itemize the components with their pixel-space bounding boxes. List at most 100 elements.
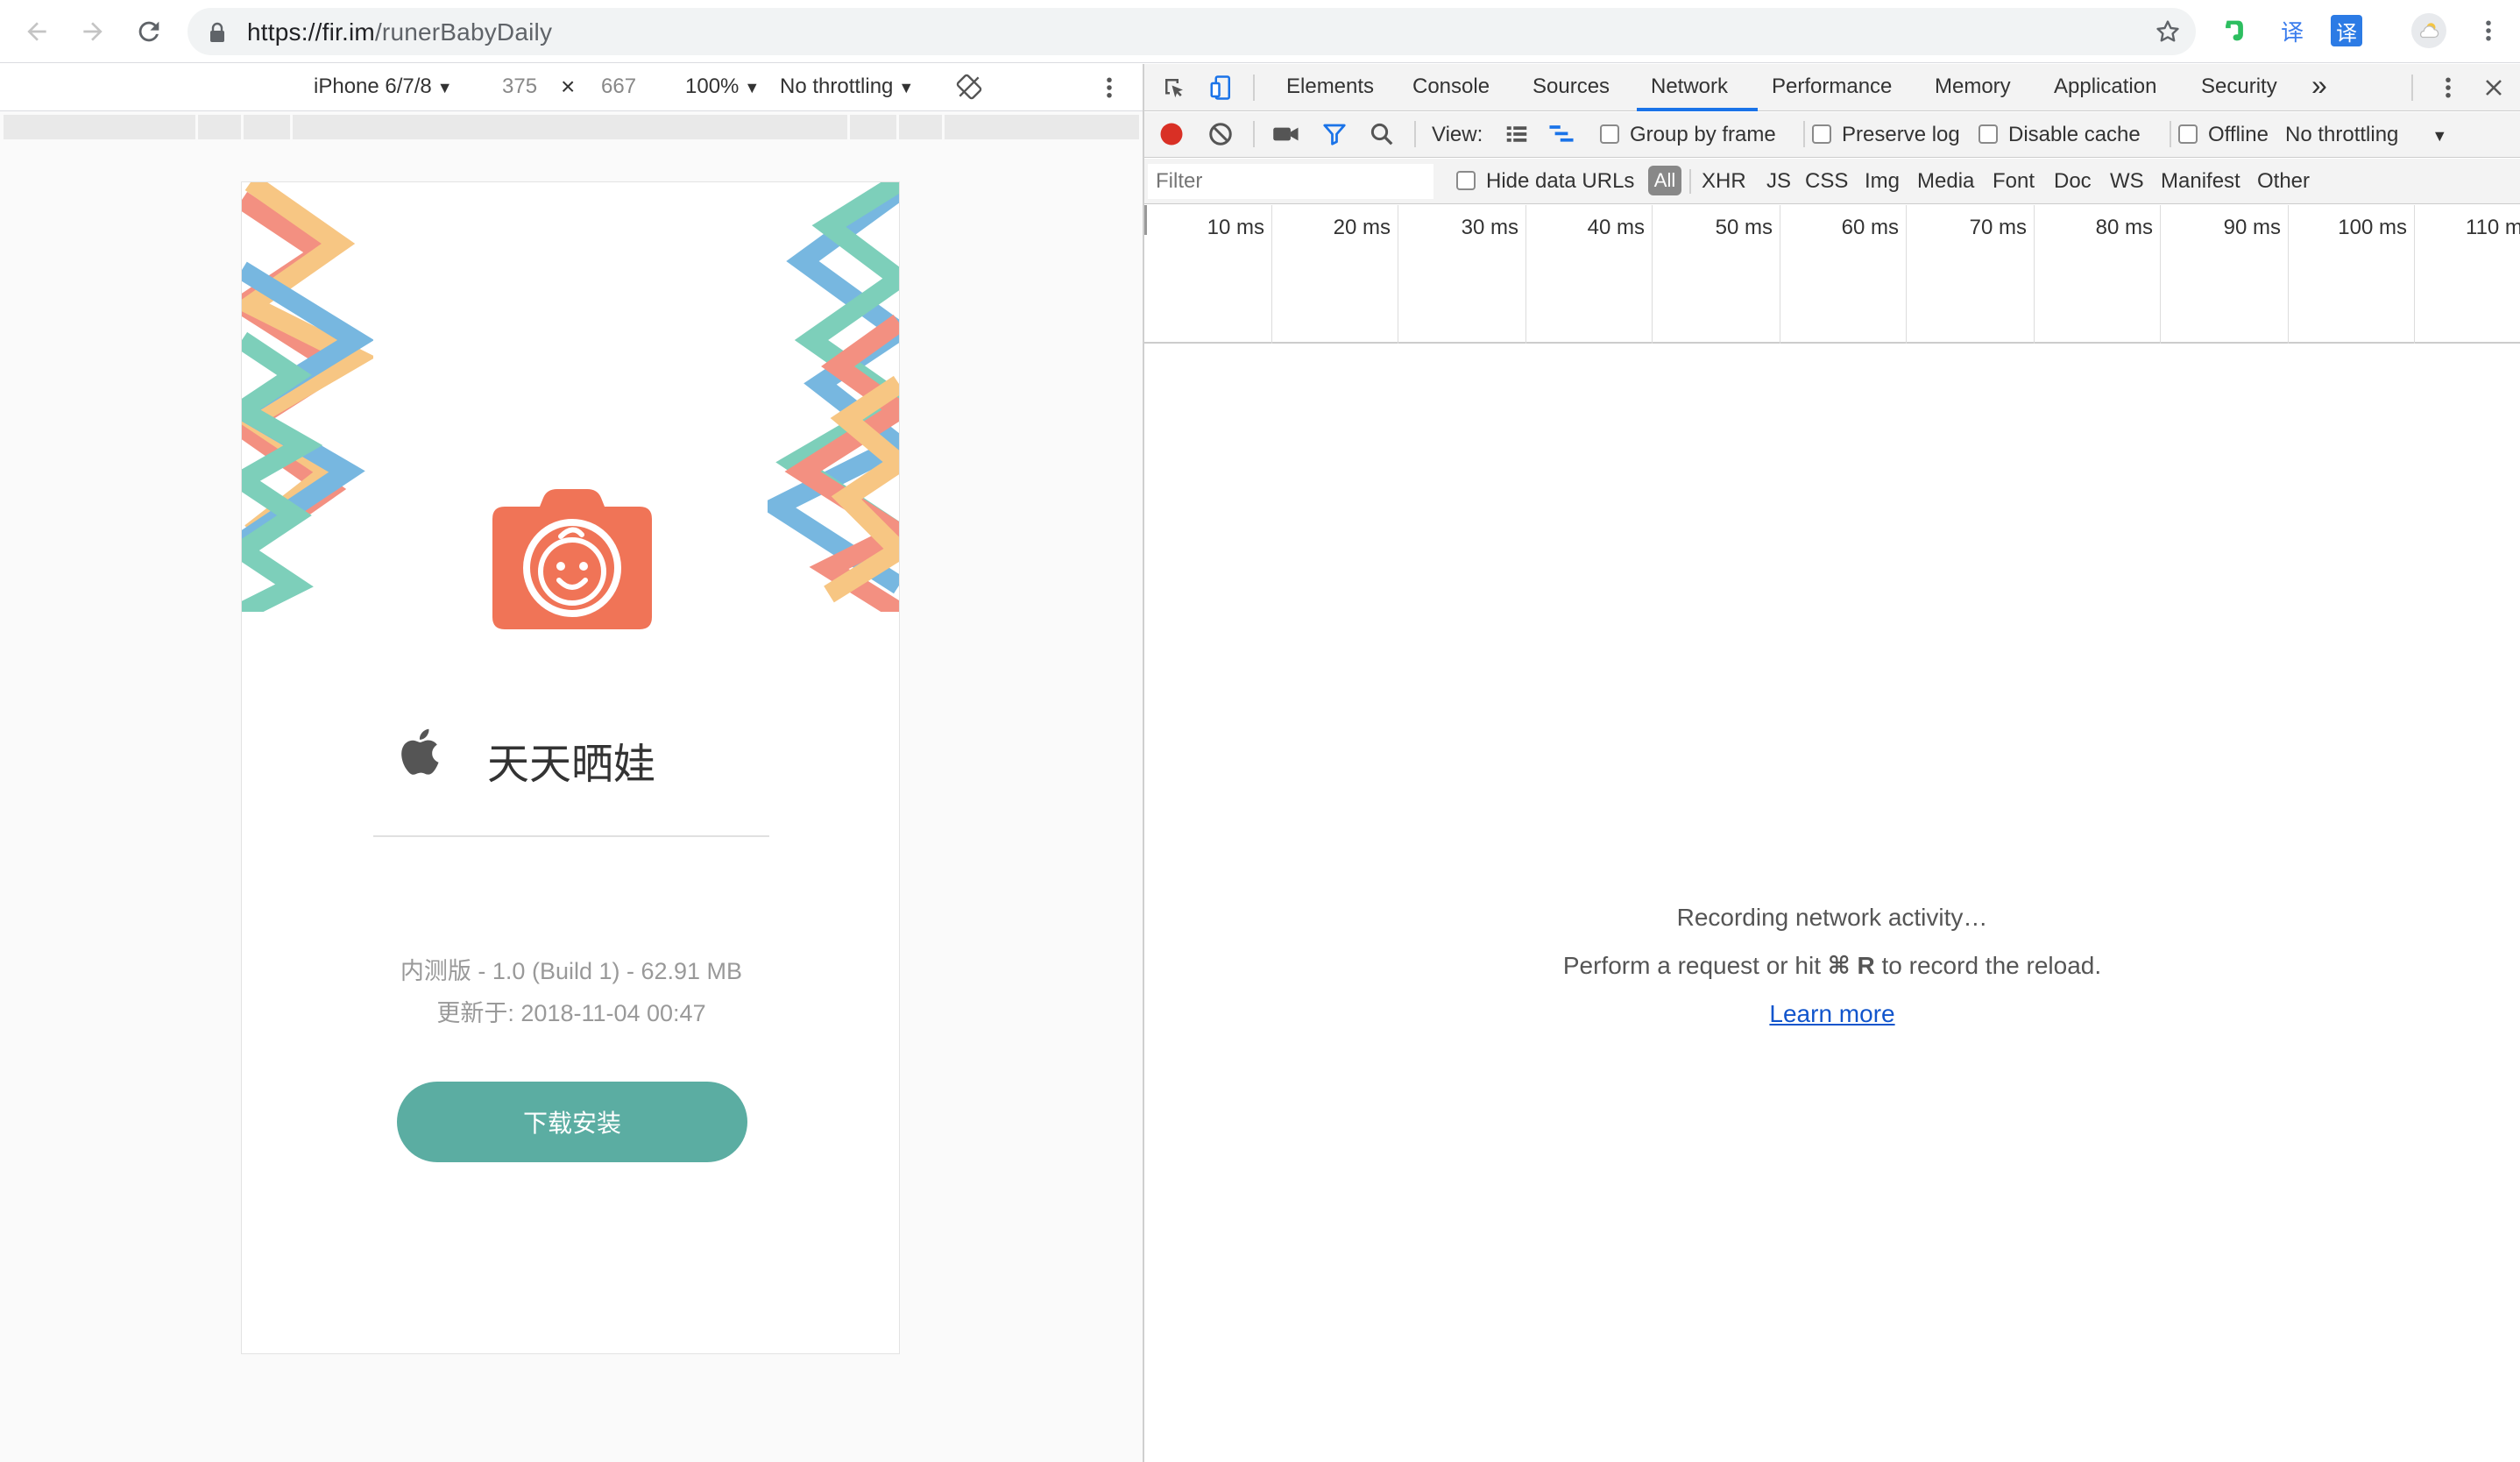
video-camera-icon xyxy=(1273,127,1299,141)
tab-console[interactable]: Console xyxy=(1412,75,1490,99)
bookmark-star-icon[interactable] xyxy=(2154,18,2182,46)
caret-down-icon: ▼ xyxy=(898,79,915,96)
reload-icon xyxy=(138,21,159,42)
evernote-extension-icon[interactable] xyxy=(2219,15,2250,46)
capture-screenshots-button[interactable] xyxy=(1272,121,1300,153)
search-button[interactable] xyxy=(1369,121,1395,153)
arrow-right-icon xyxy=(83,22,103,41)
filter-type-all[interactable]: All xyxy=(1648,166,1681,195)
timeline-tick: 60 ms xyxy=(1780,205,1907,344)
install-button[interactable]: 下载安装 xyxy=(397,1082,747,1162)
translate-2-label: 译 xyxy=(2336,20,2357,46)
view-label: View: xyxy=(1432,123,1483,146)
filter-type-img[interactable]: Img xyxy=(1865,169,1900,194)
large-rows-toggle[interactable] xyxy=(1504,121,1530,153)
recording-message: Recording network activity… xyxy=(1676,904,1988,931)
record-button[interactable] xyxy=(1158,121,1185,153)
filter-type-manifest[interactable]: Manifest xyxy=(2161,169,2240,194)
zoom-select[interactable]: 100% ▼ xyxy=(685,75,760,99)
device-more-button[interactable] xyxy=(1106,75,1113,107)
back-button[interactable] xyxy=(18,12,56,51)
translate-extension-2-icon[interactable]: 译 xyxy=(2331,15,2362,46)
filter-type-js[interactable]: JS xyxy=(1766,169,1791,194)
search-icon xyxy=(1370,123,1393,145)
reload-button[interactable] xyxy=(130,12,168,51)
device-height-input[interactable]: 667 xyxy=(601,75,636,99)
devtools-menu-button[interactable] xyxy=(2432,72,2464,103)
devtools-tabbar: Elements Console Sources Network Perform… xyxy=(1144,64,2520,111)
timeline-tick: 100 ms xyxy=(2289,205,2415,344)
more-vertical-icon xyxy=(2446,77,2451,98)
overview-toggle[interactable] xyxy=(1547,121,1575,153)
learn-more-link[interactable]: Learn more xyxy=(1769,1000,1894,1027)
address-bar[interactable]: https://fir.im/runerBabyDaily xyxy=(188,8,2196,55)
active-tab-indicator xyxy=(1637,108,1758,111)
dimension-times: × xyxy=(561,73,576,100)
timeline-tick: 40 ms xyxy=(1526,205,1653,344)
lock-icon xyxy=(210,22,224,42)
network-empty-state: Recording network activity… Perform a re… xyxy=(1144,344,2520,1462)
tab-application[interactable]: Application xyxy=(2054,75,2156,99)
devtools-panel: Elements Console Sources Network Perform… xyxy=(1144,64,2520,1462)
timeline-tick: 90 ms xyxy=(2161,205,2289,344)
caret-down-icon: ▼ xyxy=(436,79,453,96)
translate-extension-icon[interactable]: 译 xyxy=(2276,15,2308,46)
more-vertical-icon xyxy=(2486,20,2491,41)
tab-network[interactable]: Network xyxy=(1651,75,1728,99)
tab-memory[interactable]: Memory xyxy=(1935,75,2011,99)
filter-type-font[interactable]: Font xyxy=(1993,169,2035,194)
chrome-menu-button[interactable] xyxy=(2473,15,2504,46)
timeline-tick: 30 ms xyxy=(1398,205,1526,344)
disable-cache-checkbox[interactable]: Disable cache xyxy=(1978,123,2141,147)
timeline-tick: 50 ms xyxy=(1653,205,1780,344)
media-query-ruler[interactable] xyxy=(4,115,1139,139)
group-by-frame-checkbox[interactable]: Group by frame xyxy=(1600,123,1776,147)
forward-button[interactable] xyxy=(74,12,112,51)
filter-input[interactable] xyxy=(1148,164,1433,199)
decorative-pattern-left xyxy=(242,182,373,612)
tab-performance[interactable]: Performance xyxy=(1772,75,1892,99)
timeline-tick: 10 ms xyxy=(1144,205,1272,344)
network-throttling-select[interactable]: No throttling ▼ xyxy=(2285,123,2447,147)
more-tabs-button[interactable]: » xyxy=(2311,69,2327,102)
tab-security[interactable]: Security xyxy=(2201,75,2277,99)
device-toggle-button[interactable] xyxy=(1206,72,1237,103)
list-view-icon xyxy=(1506,126,1527,142)
close-devtools-button[interactable] xyxy=(2478,72,2509,103)
hide-data-urls-checkbox[interactable]: Hide data URLs xyxy=(1456,169,1634,194)
tab-elements[interactable]: Elements xyxy=(1286,75,1374,99)
tab-sources[interactable]: Sources xyxy=(1533,75,1610,99)
filter-type-css[interactable]: CSS xyxy=(1805,169,1848,194)
device-select[interactable]: iPhone 6/7/8 ▼ xyxy=(314,75,453,99)
decorative-pattern-right xyxy=(768,182,899,612)
reload-shortcut: ⌘ R xyxy=(1827,952,1875,979)
clear-block-icon xyxy=(1209,123,1232,145)
filter-type-xhr[interactable]: XHR xyxy=(1702,169,1746,194)
caret-down-icon: ▼ xyxy=(2432,127,2448,145)
filter-type-other[interactable]: Other xyxy=(2257,169,2310,194)
app-title-row: 天天晒娃 xyxy=(242,717,899,789)
timeline-tick: 70 ms xyxy=(1907,205,2035,344)
network-overview-timeline[interactable]: 10 ms 20 ms 30 ms 40 ms 50 ms 60 ms 70 m… xyxy=(1144,205,2520,344)
rotate-button[interactable] xyxy=(955,73,983,107)
app-updated-time: 更新于: 2018-11-04 00:47 xyxy=(436,1000,706,1026)
clear-button[interactable] xyxy=(1207,121,1234,153)
device-width-input[interactable]: 375 xyxy=(502,75,537,99)
filter-toggle-button[interactable] xyxy=(1321,121,1348,153)
timeline-tick: 20 ms xyxy=(1272,205,1398,344)
offline-checkbox[interactable]: Offline xyxy=(2178,123,2269,147)
device-throttling-select[interactable]: No throttling ▼ xyxy=(780,75,914,99)
filter-type-ws[interactable]: WS xyxy=(2110,169,2144,194)
apple-logo-icon xyxy=(401,728,439,775)
filter-type-doc[interactable]: Doc xyxy=(2054,169,2092,194)
device-toolbar: iPhone 6/7/8 ▼ 375 × 667 100% ▼ No throttl… xyxy=(0,64,1143,111)
weather-cloud-icon xyxy=(2420,23,2439,39)
funnel-icon xyxy=(1323,124,1346,145)
filter-type-media[interactable]: Media xyxy=(1917,169,1974,194)
record-icon xyxy=(1160,123,1183,145)
preserve-log-checkbox[interactable]: Preserve log xyxy=(1812,123,1960,147)
network-toolbar: View: Group by frame Preserve log Disabl… xyxy=(1144,112,2520,158)
profile-avatar[interactable] xyxy=(2411,13,2446,48)
arrow-left-icon xyxy=(27,22,46,41)
inspect-element-button[interactable] xyxy=(1158,72,1190,103)
